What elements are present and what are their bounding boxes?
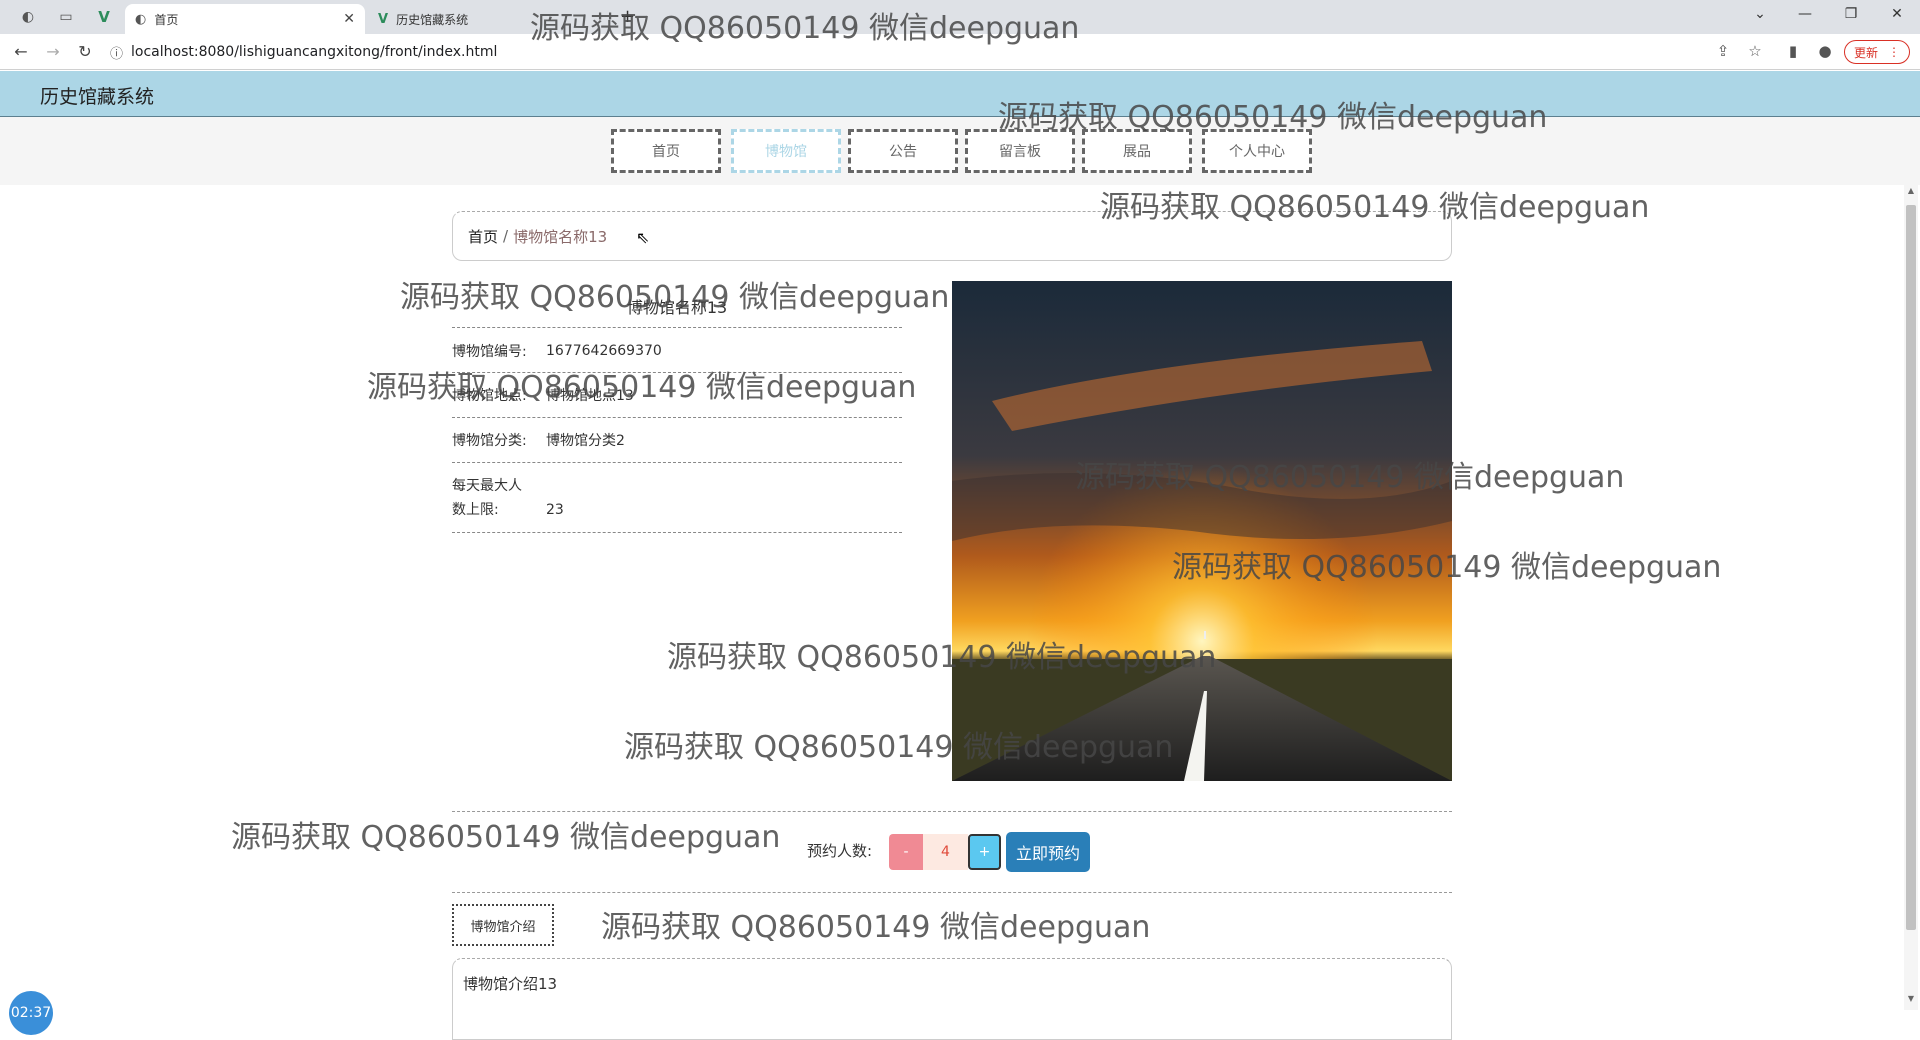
breadcrumb-separator: / <box>503 227 509 245</box>
divider <box>452 811 1452 812</box>
increase-button[interactable]: + <box>968 834 1001 870</box>
sidebar-icon[interactable]: ▮ <box>1782 42 1804 60</box>
globe-icon: ◐ <box>135 11 147 27</box>
divider <box>452 892 1452 893</box>
menu-item-home[interactable]: 首页 <box>611 129 721 173</box>
info-label: 博物馆编号: <box>452 343 527 360</box>
clock-badge: 02:37 <box>9 991 53 1035</box>
app-header: 历史馆藏系统 <box>0 71 1920 117</box>
intro-content: 博物馆介绍13 <box>452 958 1452 1040</box>
breadcrumb-current: 博物馆名称13 <box>513 227 608 246</box>
info-icon[interactable]: ⓘ <box>110 43 123 62</box>
watermark-text: 源码获取 QQ86050149 微信deepguan <box>601 910 1151 945</box>
info-value: 1677642669370 <box>546 342 662 359</box>
breadcrumb-home[interactable]: 首页 <box>468 226 498 247</box>
quantity-input[interactable]: 4 <box>923 834 968 870</box>
museum-image <box>952 281 1452 781</box>
main-menu: 首页 博物馆 公告 留言板 展品 个人中心 <box>0 117 1920 185</box>
address-field[interactable]: ⓘ localhost:8080/lishiguancangxitong/fro… <box>110 38 1710 66</box>
info-value: 博物馆地点13 <box>546 388 634 404</box>
update-button[interactable]: 更新 ⋮ <box>1844 40 1910 64</box>
close-icon[interactable]: ✕ <box>343 11 355 27</box>
booking-count-label: 预约人数: <box>807 842 873 860</box>
scroll-down-icon[interactable]: ▼ <box>1904 994 1918 1003</box>
update-label: 更新 <box>1853 45 1878 60</box>
share-icon[interactable]: ⇪ <box>1712 42 1734 60</box>
scrollbar-thumb[interactable] <box>1906 205 1916 930</box>
watermark-text: 源码获取 QQ86050149 微信deepguan <box>231 820 781 855</box>
star-icon[interactable]: ☆ <box>1744 42 1766 60</box>
restore-icon[interactable]: ❐ <box>1836 6 1866 22</box>
decrease-button[interactable]: - <box>889 834 923 870</box>
chevron-down-icon[interactable]: ⌄ <box>1745 6 1775 22</box>
new-tab-icon[interactable]: + <box>620 6 635 27</box>
tab-title: 历史馆藏系统 <box>396 12 469 27</box>
info-row-capacity: 每天最大人 数上限: 23 <box>452 463 902 533</box>
info-label-line1: 每天最大人 <box>452 477 522 494</box>
vue-logo-icon[interactable]: V <box>90 6 118 28</box>
browser-tab-system[interactable]: V 历史馆藏系统 <box>368 4 568 34</box>
browser-tab-home[interactable]: ◐ 首页 ✕ <box>125 4 365 34</box>
minimize-icon[interactable]: — <box>1790 6 1820 22</box>
mouse-cursor-icon: ⇖ <box>636 228 650 247</box>
url-text: localhost:8080/lishiguancangxitong/front… <box>131 44 498 60</box>
back-icon[interactable]: ← <box>10 42 32 61</box>
menu-item-messages[interactable]: 留言板 <box>965 129 1075 173</box>
info-row-category: 博物馆分类: 博物馆分类2 <box>452 418 902 463</box>
info-value: 博物馆分类2 <box>546 433 625 449</box>
info-label-line2: 数上限: <box>452 501 499 518</box>
blank-tab-icon[interactable]: ▭ <box>52 6 80 28</box>
info-row-id: 博物馆编号: 1677642669370 <box>452 329 902 373</box>
reload-icon[interactable]: ↻ <box>74 42 96 61</box>
menu-item-museum[interactable]: 博物馆 <box>731 129 841 173</box>
profile-icon[interactable]: ● <box>1814 42 1836 60</box>
app-title: 历史馆藏系统 <box>40 86 155 108</box>
globe-icon[interactable]: ◐ <box>14 6 42 28</box>
info-label: 博物馆地点: <box>452 388 527 404</box>
info-row-location: 博物馆地点: 博物馆地点13 <box>452 373 902 418</box>
menu-item-exhibits[interactable]: 展品 <box>1082 129 1192 173</box>
info-label: 博物馆分类: <box>452 433 527 449</box>
tab-museum-intro[interactable]: 博物馆介绍 <box>452 904 554 946</box>
info-value: 23 <box>546 501 564 518</box>
museum-name: 博物馆名称13 <box>452 280 902 328</box>
vue-logo-icon: V <box>378 11 389 27</box>
browser-toolbar: ← → ↻ ⓘ localhost:8080/lishiguancangxito… <box>0 34 1920 70</box>
scroll-up-icon[interactable]: ▲ <box>1904 186 1918 195</box>
browser-tabstrip: ◐ ▭ V ◐ 首页 ✕ V 历史馆藏系统 + ⌄ — ❐ ✕ <box>0 0 1920 34</box>
menu-item-profile[interactable]: 个人中心 <box>1202 129 1312 173</box>
tab-title: 首页 <box>154 12 179 27</box>
more-icon: ⋮ <box>1888 45 1900 59</box>
forward-icon[interactable]: → <box>42 42 64 61</box>
breadcrumb: 首页 / 博物馆名称13 <box>452 211 1452 261</box>
info-label: 每天最大人 数上限: <box>452 474 546 522</box>
close-window-icon[interactable]: ✕ <box>1882 6 1912 22</box>
reserve-now-button[interactable]: 立即预约 <box>1006 832 1090 872</box>
menu-item-notice[interactable]: 公告 <box>848 129 958 173</box>
